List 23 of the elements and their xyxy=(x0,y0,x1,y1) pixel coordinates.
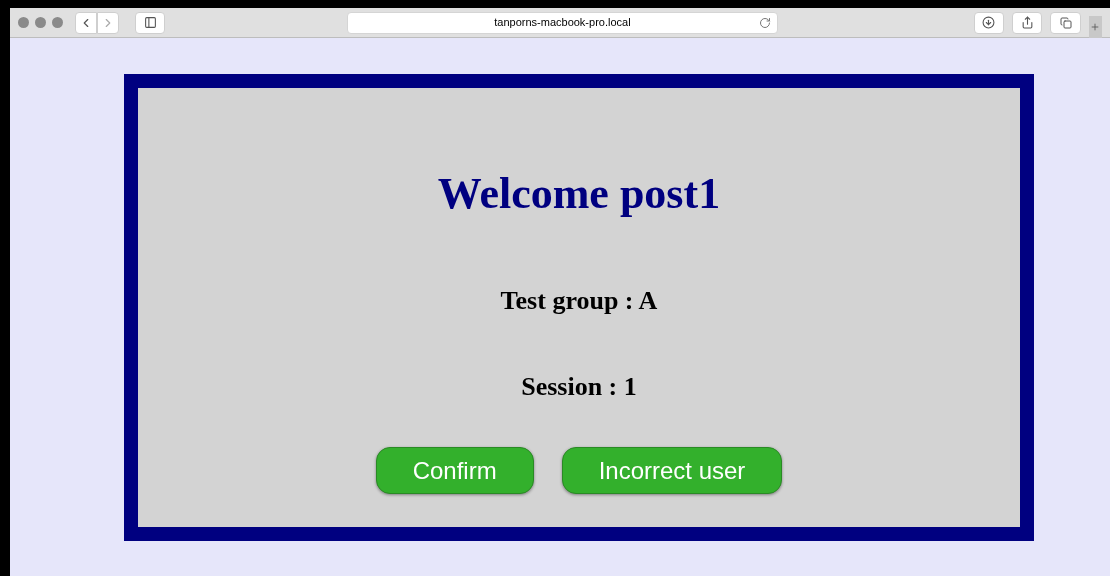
window-minimize-icon[interactable] xyxy=(35,17,46,28)
info-text: Session : 1 xyxy=(521,374,637,400)
share-icon xyxy=(1020,16,1034,29)
plus-icon xyxy=(1090,21,1101,32)
window-zoom-icon[interactable] xyxy=(52,17,63,28)
sidebar-icon xyxy=(143,16,157,29)
forward-button[interactable] xyxy=(97,11,119,34)
tabs-button[interactable] xyxy=(1050,11,1081,34)
window-close-icon[interactable] xyxy=(18,17,29,28)
tabs-icon xyxy=(1059,16,1072,29)
new-tab-button[interactable] xyxy=(1088,15,1102,38)
sidebar-button[interactable] xyxy=(135,11,166,34)
incorrect-user-button[interactable]: Incorrect user xyxy=(561,447,783,494)
confirm-button[interactable]: Confirm xyxy=(375,447,534,494)
address-bar[interactable]: tanporns-macbook-pro.local xyxy=(347,11,778,34)
downloads-button[interactable] xyxy=(973,11,1004,34)
back-button[interactable] xyxy=(75,11,97,34)
download-icon xyxy=(982,16,996,29)
share-button[interactable] xyxy=(1011,11,1043,34)
info-text: Test group : A xyxy=(500,288,658,314)
reload-icon[interactable] xyxy=(758,16,771,29)
welcome-heading: Welcome post1 xyxy=(437,172,721,216)
address-text: tanporns-macbook-pro.local xyxy=(494,15,631,31)
